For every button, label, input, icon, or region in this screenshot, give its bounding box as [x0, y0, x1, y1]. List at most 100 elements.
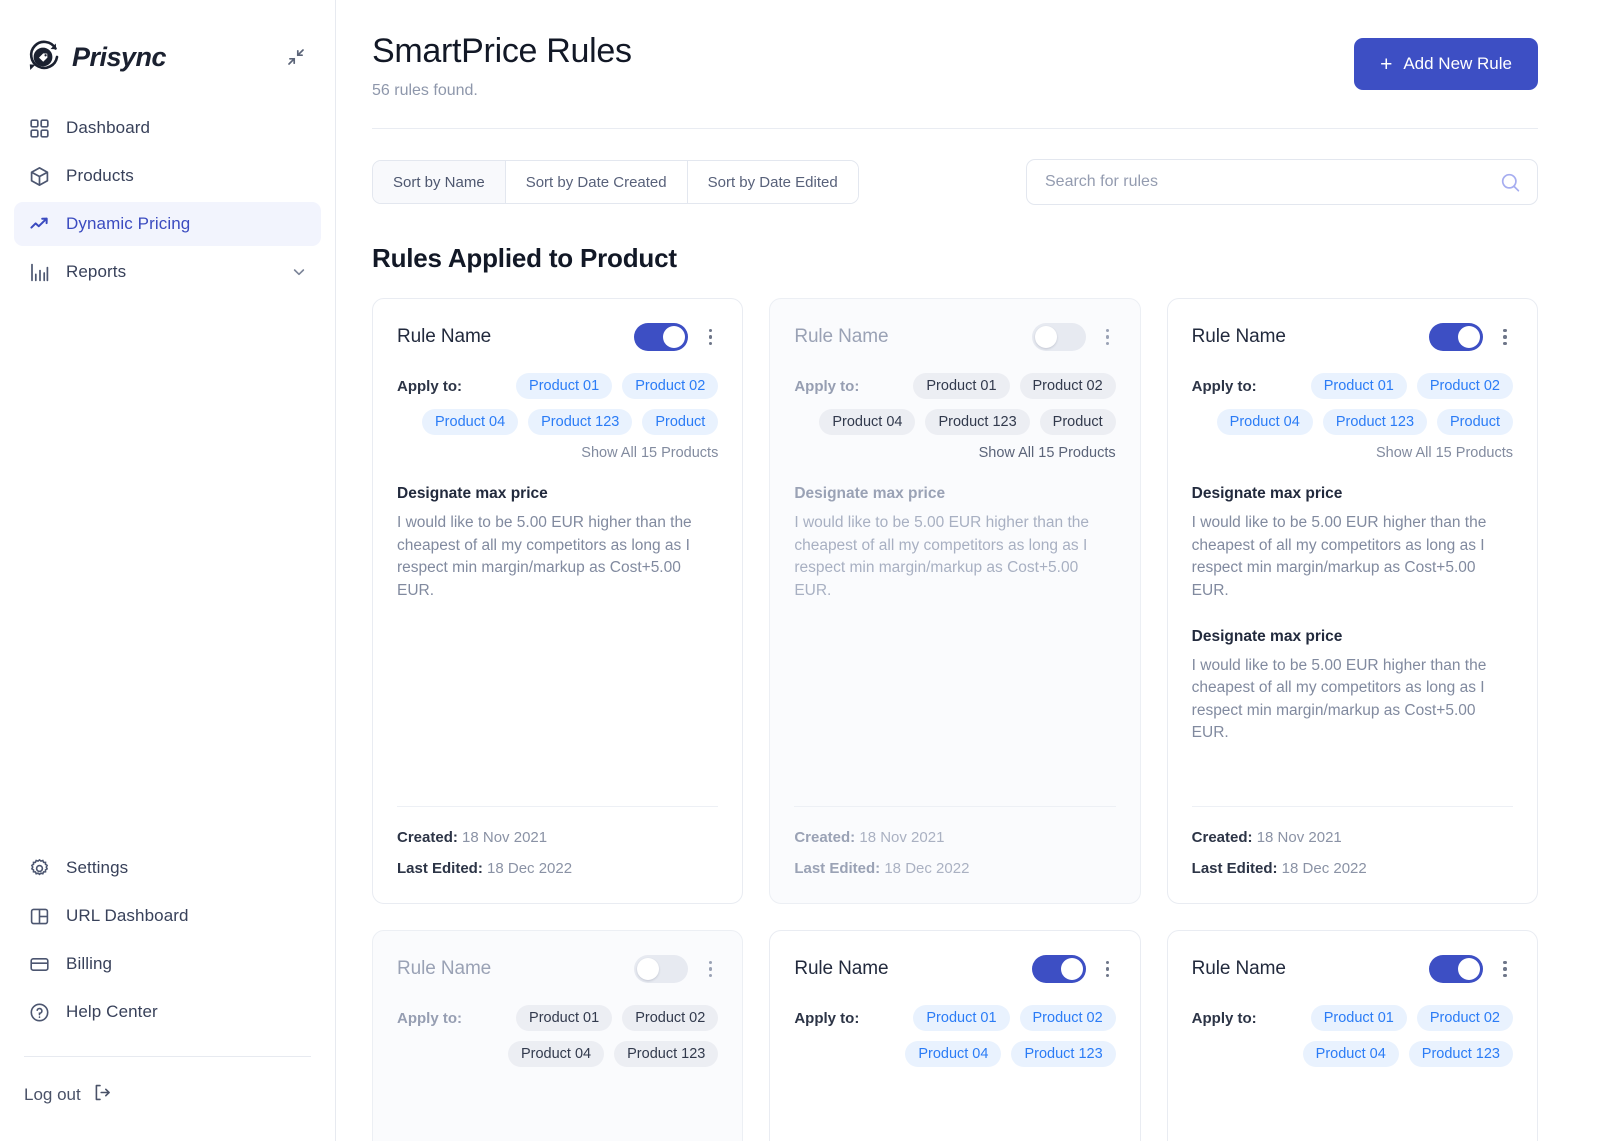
show-all-products-link[interactable]: Show All 15 Products	[979, 445, 1116, 461]
rule-options-menu-icon[interactable]	[1497, 959, 1513, 980]
last-edited-meta: Last Edited: 18 Dec 2022	[794, 860, 1115, 877]
rule-options-menu-icon[interactable]	[1497, 327, 1513, 348]
product-chip[interactable]: Product 123	[614, 1041, 718, 1067]
apply-to-block: Apply to: Product 01 Product 02 Product …	[1192, 373, 1513, 461]
sidebar-item-products[interactable]: Products	[14, 154, 321, 198]
rule-options-menu-icon[interactable]	[1100, 959, 1116, 980]
rule-name: Rule Name	[794, 958, 888, 980]
rule-card-header: Rule Name	[1192, 955, 1513, 983]
rule-enable-toggle[interactable]	[634, 323, 688, 351]
sidebar-item-label: URL Dashboard	[66, 906, 189, 926]
bar-chart-icon	[28, 261, 50, 283]
search-input[interactable]	[1045, 173, 1500, 191]
product-chip[interactable]: Product 02	[1020, 373, 1116, 399]
cube-icon	[28, 165, 50, 187]
rule-cards-grid: Rule Name Apply to: Product 01 Product 0…	[372, 298, 1538, 1141]
rule-name: Rule Name	[794, 326, 888, 348]
product-chip[interactable]: Product 04	[508, 1041, 604, 1067]
created-meta: Created: 18 Nov 2021	[397, 829, 718, 846]
add-new-rule-label: Add New Rule	[1403, 54, 1512, 74]
add-new-rule-button[interactable]: + Add New Rule	[1354, 38, 1538, 90]
sort-tab-date-edited[interactable]: Sort by Date Edited	[688, 161, 858, 203]
rule-definition-description: I would like to be 5.00 EUR higher than …	[1192, 655, 1513, 745]
sidebar-item-label: Reports	[66, 262, 126, 282]
footer-divider	[1192, 806, 1513, 807]
product-chip[interactable]: Product 01	[516, 373, 612, 399]
product-chip[interactable]: Product 02	[622, 1005, 718, 1031]
product-chip[interactable]: Product 01	[913, 1005, 1009, 1031]
rule-options-menu-icon[interactable]	[702, 327, 718, 348]
product-chip[interactable]: Product 04	[905, 1041, 1001, 1067]
brand-logo[interactable]: Prisync	[24, 38, 166, 76]
product-chip[interactable]: Product	[642, 409, 718, 435]
plus-icon: +	[1380, 54, 1392, 75]
product-chip[interactable]: Product 02	[622, 373, 718, 399]
rule-card[interactable]: Rule Name Apply to: Product 01 Product 0…	[769, 930, 1140, 1141]
product-chip[interactable]: Product 123	[1323, 409, 1427, 435]
rule-card[interactable]: Rule Name Apply to: Product 01 Product 0…	[769, 298, 1140, 904]
product-chip[interactable]: Product 123	[925, 409, 1029, 435]
rule-card[interactable]: Rule Name Apply to: Product 01 Product 0…	[1167, 930, 1538, 1141]
rule-card-header: Rule Name	[1192, 323, 1513, 351]
collapse-arrows-icon[interactable]	[281, 42, 311, 72]
product-chip[interactable]: Product 04	[819, 409, 915, 435]
product-chip[interactable]: Product 123	[528, 409, 632, 435]
product-chip[interactable]: Product 02	[1020, 1005, 1116, 1031]
main-content: SmartPrice Rules 56 rules found. + Add N…	[336, 0, 1600, 1141]
sidebar-item-dynamic-pricing[interactable]: Dynamic Pricing	[14, 202, 321, 246]
sort-tab-date-created[interactable]: Sort by Date Created	[506, 161, 688, 203]
product-chip[interactable]: Product 01	[1311, 373, 1407, 399]
product-chip[interactable]: Product 02	[1417, 1005, 1513, 1031]
rule-card[interactable]: Rule Name Apply to: Product 01 Product 0…	[372, 298, 743, 904]
sidebar-item-help-center[interactable]: Help Center	[14, 990, 321, 1034]
rule-enable-toggle[interactable]	[634, 955, 688, 983]
rule-options-menu-icon[interactable]	[702, 959, 718, 980]
sidebar-item-billing[interactable]: Billing	[14, 942, 321, 986]
rule-card-header: Rule Name	[397, 323, 718, 351]
created-value: 18 Nov 2021	[462, 829, 547, 846]
product-chip[interactable]: Product 01	[1311, 1005, 1407, 1031]
sidebar-item-dashboard[interactable]: Dashboard	[14, 106, 321, 150]
product-chip[interactable]: Product	[1437, 409, 1513, 435]
product-chip[interactable]: Product 02	[1417, 373, 1513, 399]
sort-tab-name[interactable]: Sort by Name	[373, 161, 506, 203]
product-chip[interactable]: Product 123	[1409, 1041, 1513, 1067]
sidebar-item-label: Dynamic Pricing	[66, 214, 190, 234]
product-chip[interactable]: Product	[1040, 409, 1116, 435]
logout-button[interactable]: Log out	[0, 1057, 335, 1141]
chevron-down-icon[interactable]	[291, 264, 307, 280]
apply-to-block: Apply to: Product 01 Product 02 Product …	[794, 1005, 1115, 1067]
page-header-text: SmartPrice Rules 56 rules found.	[372, 32, 632, 100]
rule-enable-toggle[interactable]	[1032, 323, 1086, 351]
rule-card[interactable]: Rule Name Apply to: Product 01 Product 0…	[372, 930, 743, 1141]
rule-card[interactable]: Rule Name Apply to: Product 01 Product 0…	[1167, 298, 1538, 904]
sidebar-item-settings[interactable]: Settings	[14, 846, 321, 890]
show-all-products-link[interactable]: Show All 15 Products	[581, 445, 718, 461]
rule-definition-heading: Designate max price	[1192, 628, 1513, 646]
page-title: SmartPrice Rules	[372, 32, 632, 71]
rule-definition-description: I would like to be 5.00 EUR higher than …	[1192, 512, 1513, 602]
rule-options-menu-icon[interactable]	[1100, 327, 1116, 348]
created-value: 18 Nov 2021	[859, 829, 944, 846]
search-box[interactable]	[1026, 159, 1538, 205]
product-chip[interactable]: Product 04	[1217, 409, 1313, 435]
sidebar-item-url-dashboard[interactable]: URL Dashboard	[14, 894, 321, 938]
sidebar: Prisync Dashboard	[0, 0, 336, 1141]
footer-divider	[794, 806, 1115, 807]
product-chip[interactable]: Product 01	[913, 373, 1009, 399]
rule-enable-toggle[interactable]	[1429, 955, 1483, 983]
product-chip[interactable]: Product 04	[422, 409, 518, 435]
product-chip[interactable]: Product 123	[1011, 1041, 1115, 1067]
rule-enable-toggle[interactable]	[1032, 955, 1086, 983]
product-chip[interactable]: Product 01	[516, 1005, 612, 1031]
product-chip[interactable]: Product 04	[1303, 1041, 1399, 1067]
rule-enable-toggle[interactable]	[1429, 323, 1483, 351]
show-all-products-link[interactable]: Show All 15 Products	[1376, 445, 1513, 461]
rule-name: Rule Name	[397, 326, 491, 348]
search-icon[interactable]	[1500, 172, 1521, 193]
gear-icon	[28, 857, 50, 879]
sidebar-item-reports[interactable]: Reports	[14, 250, 321, 294]
page-header: SmartPrice Rules 56 rules found. + Add N…	[372, 32, 1538, 100]
last-edited-label: Last Edited:	[397, 860, 483, 877]
rule-card-header: Rule Name	[794, 955, 1115, 983]
